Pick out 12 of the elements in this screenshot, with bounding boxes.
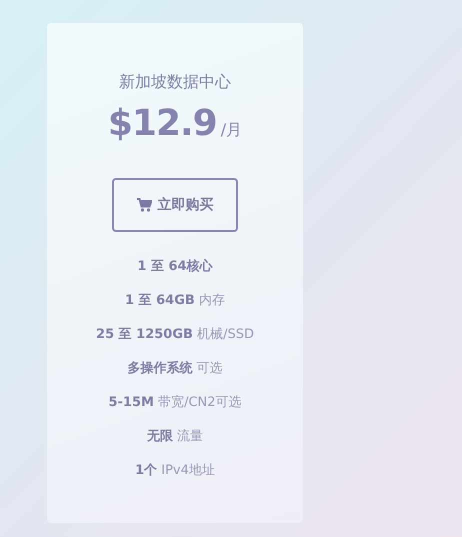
feature-text: 多操作系统 可选	[127, 360, 223, 378]
feature-text: 无限 流量	[146, 428, 204, 446]
price-period: /月	[220, 120, 242, 141]
buy-button[interactable]: 立即购买	[112, 178, 238, 232]
feature-text: 1个 IPv4地址	[135, 462, 215, 480]
cart-icon	[136, 198, 152, 212]
plan-title: 新加坡数据中心	[119, 72, 231, 93]
feature-text: 25 至 1250GB 机械/SSD	[96, 326, 254, 344]
feature-text: 1 至 64核心	[137, 258, 213, 276]
price: $12.9	[108, 103, 217, 144]
feature-text: 5-15M 带宽/CN2可选	[108, 394, 242, 412]
feature-text: 1 至 64GB 内存	[125, 292, 225, 310]
